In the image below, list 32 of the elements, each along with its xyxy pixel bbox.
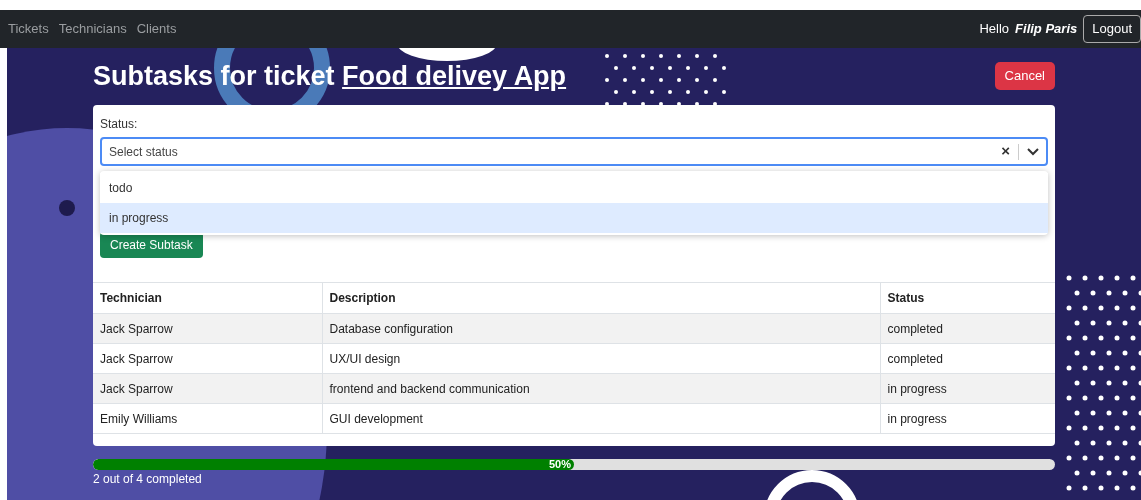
- nav-link[interactable]: Tickets: [8, 19, 49, 39]
- nav-link[interactable]: Clients: [136, 19, 177, 39]
- table-cell: GUI development: [322, 403, 880, 434]
- table-cell: frontend and backend communication: [322, 373, 880, 404]
- dropdown-option[interactable]: todo: [100, 173, 1048, 203]
- table-cell: in progress: [880, 373, 1055, 404]
- column-header: Description: [322, 282, 880, 314]
- table-cell: Jack Sparrow: [93, 373, 322, 404]
- dropdown-option[interactable]: in progress: [100, 203, 1048, 233]
- table-cell: Emily Williams: [93, 403, 322, 434]
- table-cell: Jack Sparrow: [93, 313, 322, 344]
- table-cell: completed: [880, 343, 1055, 374]
- page-title: Subtasks for ticket Food delivey App: [93, 59, 567, 93]
- progress-caption: 2 out of 4 completed: [93, 472, 203, 486]
- status-select[interactable]: Select status ×: [100, 137, 1048, 166]
- table-cell: Database configuration: [322, 313, 880, 344]
- greeting: Hello: [979, 20, 1010, 39]
- status-label: Status:: [100, 116, 139, 133]
- chevron-down-icon[interactable]: [1027, 147, 1039, 156]
- ticket-link[interactable]: Food delivey App: [342, 60, 567, 91]
- clear-icon[interactable]: ×: [1001, 140, 1010, 163]
- logout-button[interactable]: Logout: [1083, 15, 1141, 43]
- cancel-button[interactable]: Cancel: [994, 62, 1055, 90]
- column-header: Technician: [93, 282, 322, 314]
- progress-reading: 50%: [548, 459, 571, 470]
- table-cell: completed: [880, 313, 1055, 344]
- table-cell: Jack Sparrow: [93, 343, 322, 374]
- table-cell: in progress: [880, 403, 1055, 434]
- table-cell: UX/UI design: [322, 343, 880, 374]
- column-header: Status: [880, 282, 1055, 314]
- user-name: Filip Paris: [1015, 20, 1078, 39]
- nav-link[interactable]: Technicians: [58, 19, 127, 39]
